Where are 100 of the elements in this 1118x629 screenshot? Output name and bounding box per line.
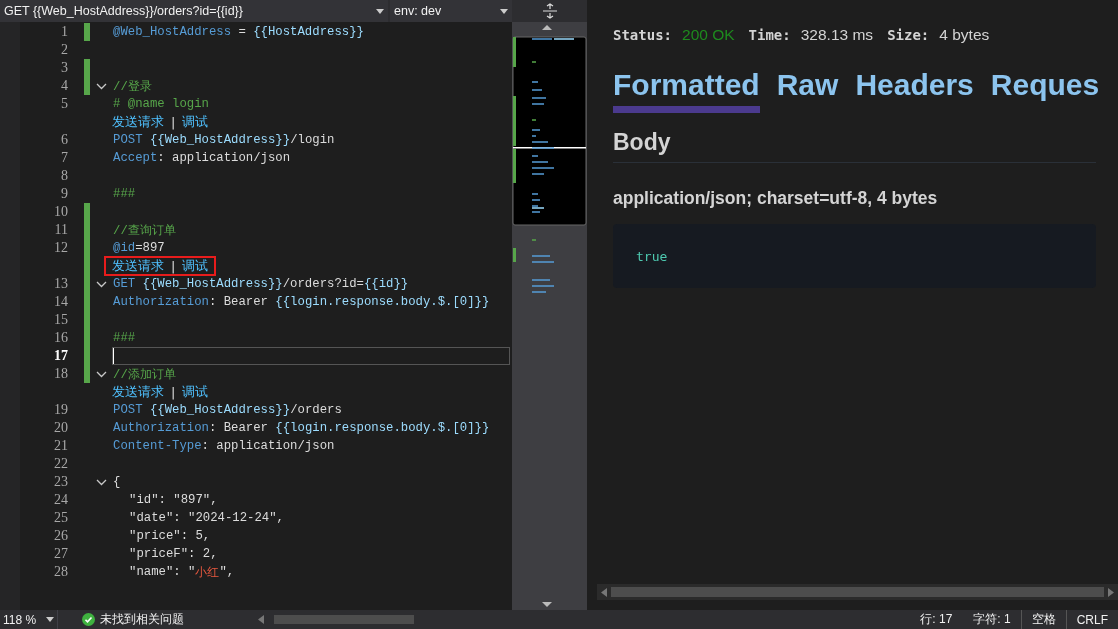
- line-number: 22: [53, 456, 68, 472]
- send-request-link[interactable]: 发送请求: [112, 257, 164, 275]
- response-tab[interactable]: Headers: [855, 68, 974, 113]
- line-number: 3: [60, 60, 68, 76]
- code-text: @Web_HostAddress: [113, 25, 232, 39]
- line-number: 5: [60, 96, 68, 112]
- code-text: : application/json: [201, 439, 335, 453]
- line-number: 19: [53, 402, 68, 418]
- summary-value: 328.13 ms: [800, 26, 874, 44]
- line-number: 28: [53, 564, 68, 580]
- debug-link[interactable]: 调试: [182, 257, 209, 275]
- code-text: Content-Type: [113, 439, 202, 453]
- minimap-drawing[interactable]: [512, 22, 587, 610]
- line-number: 23: [53, 474, 68, 490]
- line-number: 24: [53, 492, 68, 508]
- dropdown-caret-icon: [376, 8, 384, 14]
- column-indicator[interactable]: 字符: 1: [962, 610, 1021, 629]
- line-number: 10: [53, 204, 68, 220]
- summary-value: 4 bytes: [939, 26, 990, 44]
- summary-label: Status:: [613, 27, 672, 43]
- send-request-link[interactable]: 发送请求: [112, 113, 164, 131]
- scrollbar-thumb[interactable]: [274, 615, 414, 624]
- line-indicator[interactable]: 行: 17: [909, 610, 963, 629]
- code-text: {{HostAddress}}: [253, 25, 364, 39]
- code-text: {{Web_HostAddress}}: [148, 133, 291, 147]
- code-text: # @name login: [113, 97, 209, 111]
- line-number: 8: [60, 168, 68, 184]
- code-text: {{login.response.body.$.[0]}}: [275, 421, 490, 435]
- response-tab[interactable]: Formatted: [613, 68, 760, 113]
- code-text: //添加订单: [113, 366, 176, 383]
- response-body-text: true: [636, 248, 668, 264]
- code-text: /orders: [290, 403, 342, 417]
- code-text: /orders?id=: [282, 277, 364, 291]
- chevron-down-icon[interactable]: [95, 82, 107, 90]
- issues-status[interactable]: 未找到相关问题: [100, 611, 184, 628]
- chevron-down-icon[interactable]: [95, 280, 107, 288]
- line-number: 14: [53, 294, 68, 310]
- line-number: 27: [53, 546, 68, 562]
- chevron-down-icon[interactable]: [95, 370, 107, 378]
- code-text: /login: [290, 133, 335, 147]
- code-text: 小红: [195, 564, 220, 581]
- line-number: 16: [53, 330, 68, 346]
- environment-dropdown[interactable]: env: dev: [390, 0, 512, 22]
- line-number: 26: [53, 528, 68, 544]
- line-number: 15: [53, 312, 68, 328]
- line-number: 20: [53, 420, 68, 436]
- line-number: 4: [60, 78, 68, 94]
- line-number: 21: [53, 438, 68, 454]
- send-request-link[interactable]: 发送请求: [112, 383, 164, 401]
- line-number: 11: [53, 222, 68, 238]
- code-text: =897: [135, 241, 165, 255]
- line-number: 1: [60, 24, 68, 40]
- code-text: //登录: [113, 78, 152, 95]
- line-number: 7: [60, 150, 68, 166]
- line-number: 13: [53, 276, 68, 292]
- text-cursor: [113, 348, 114, 364]
- code-text: "id": "897",: [129, 493, 218, 507]
- line-ending-indicator[interactable]: CRLF: [1065, 610, 1118, 629]
- debug-link[interactable]: 调试: [182, 383, 209, 401]
- code-text: : application/json: [157, 151, 291, 165]
- check-icon: [82, 613, 95, 626]
- response-tab[interactable]: Reques: [990, 68, 1100, 113]
- code-text: //查询订单: [113, 222, 176, 239]
- line-number: 18: [53, 366, 68, 382]
- request-dropdown[interactable]: GET {{Web_HostAddress}}/orders?id={{id}}: [0, 0, 388, 22]
- response-tab[interactable]: Raw: [776, 68, 839, 113]
- code-text: {: [113, 475, 121, 489]
- code-text: @id: [113, 241, 136, 255]
- code-text: Authorization: [113, 295, 209, 309]
- debug-link[interactable]: 调试: [182, 113, 209, 131]
- code-text: GET: [113, 277, 136, 291]
- section-heading: Body: [613, 129, 1096, 163]
- zoom-dropdown[interactable]: 118 %: [0, 610, 58, 629]
- code-text: "priceF": 2,: [129, 547, 218, 561]
- separator: |: [171, 258, 176, 274]
- code-text: : Bearer: [208, 421, 269, 435]
- separator: |: [171, 114, 176, 130]
- line-number: 12: [53, 240, 68, 256]
- line-number: 2: [60, 42, 68, 58]
- horizontal-scrollbar[interactable]: [597, 584, 1118, 600]
- indentation-indicator[interactable]: 空格: [1020, 610, 1066, 629]
- scroll-left-arrow-icon[interactable]: [601, 587, 607, 597]
- chevron-down-icon[interactable]: [95, 478, 107, 486]
- scrollbar-thumb[interactable]: [611, 587, 1104, 597]
- scroll-right-arrow-icon[interactable]: [1108, 587, 1114, 597]
- split-icon[interactable]: [512, 0, 587, 22]
- code-text: POST: [113, 133, 143, 147]
- summary-label: Time:: [748, 27, 791, 43]
- code-text: : Bearer: [208, 295, 269, 309]
- code-text: ###: [113, 331, 136, 345]
- code-text: "date": "2024-12-24",: [129, 511, 284, 525]
- code-text: ###: [113, 187, 136, 201]
- code-text: "name": ": [129, 565, 196, 579]
- dropdown-caret-icon: [500, 8, 508, 14]
- code-text: Accept: [113, 151, 158, 165]
- code-text: POST: [113, 403, 143, 417]
- line-number: 6: [60, 132, 68, 148]
- content-type-heading: application/json; charset=utf-8, 4 bytes: [613, 188, 939, 209]
- scroll-left-arrow-icon[interactable]: [258, 615, 264, 624]
- dropdown-caret-icon: [46, 617, 54, 622]
